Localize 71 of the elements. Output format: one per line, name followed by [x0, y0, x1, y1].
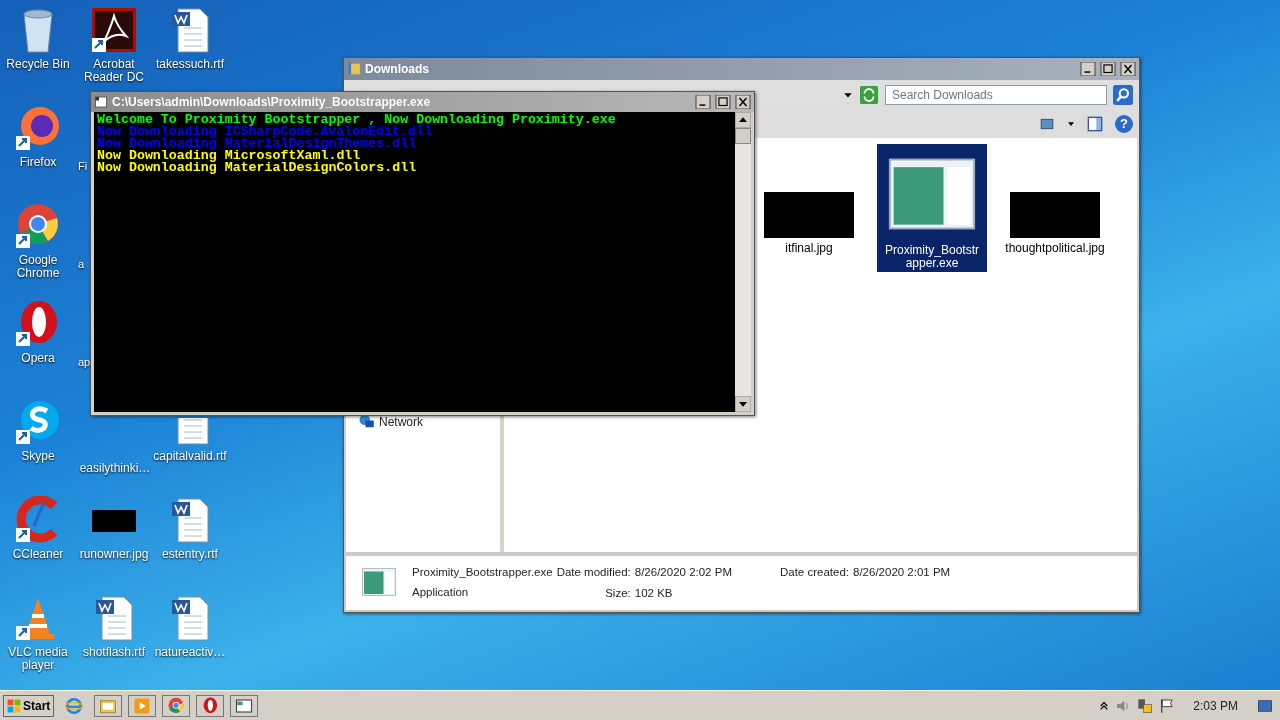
scroll-down-button[interactable]: [735, 396, 751, 412]
icon-label[interactable]: CCleaner: [1, 548, 75, 561]
icon-label[interactable]: takessuch.rtf: [153, 58, 227, 71]
details-value: 8/26/2020 2:02 PM: [634, 565, 732, 580]
icon-label[interactable]: VLC media player: [1, 646, 75, 672]
icon-label[interactable]: runowner.jpg: [77, 548, 151, 561]
search-icon[interactable]: [1113, 85, 1133, 105]
icon-label[interactable]: estentry.rtf: [153, 548, 227, 561]
clock[interactable]: 2:03 PM: [1181, 696, 1250, 715]
file-name: itfinal.jpg: [784, 242, 834, 255]
network-icon[interactable]: [1137, 697, 1154, 714]
minimize-button[interactable]: [695, 95, 711, 109]
firefox-icon[interactable]: [14, 104, 62, 152]
details-label: Date modified:: [556, 565, 631, 580]
console-line: Now Downloading MaterialDesignThemes.dll: [97, 138, 417, 150]
refresh-icon[interactable]: [859, 86, 879, 104]
view-icon[interactable]: [1039, 117, 1055, 131]
icon-label[interactable]: easilythinki…: [79, 462, 151, 475]
close-button[interactable]: [1120, 62, 1136, 76]
console-window-icon[interactable]: [235, 696, 254, 715]
scrollbar[interactable]: [735, 112, 751, 412]
show-hidden-icons-icon[interactable]: [1099, 699, 1110, 712]
details-label: Date created:: [779, 565, 849, 580]
details-label: Size:: [604, 586, 631, 602]
show-desktop-icon[interactable]: [1256, 698, 1274, 713]
file-name: Proximity_Bootstrapper.exe: [884, 244, 980, 270]
window-title: C:\Users\admin\Downloads\Proximity_Bootstrapper.exe: [112, 94, 432, 111]
pane-icon[interactable]: [1087, 116, 1103, 132]
icon-label[interactable]: Google Chrome: [1, 254, 75, 280]
caret-icon[interactable]: [1067, 120, 1075, 128]
details-value: 102 KB: [634, 586, 674, 602]
console-icon: [94, 96, 108, 108]
dropdown-caret-icon[interactable]: [843, 90, 853, 100]
minimize-button[interactable]: [1080, 62, 1096, 76]
maximize-button[interactable]: [1100, 62, 1116, 76]
file-name: thoughtpolitical.jpg: [1005, 242, 1105, 255]
icon-label[interactable]: Recycle Bin: [1, 58, 75, 71]
window-title: Downloads: [365, 61, 430, 78]
acrobat-icon[interactable]: [90, 6, 138, 54]
close-button[interactable]: [735, 95, 751, 109]
nav-item[interactable]: Network: [379, 413, 423, 431]
console-line: Now Downloading MaterialDesignColors.dll: [97, 162, 418, 174]
skype-icon[interactable]: [14, 398, 62, 446]
icon-label[interactable]: Firefox: [1, 156, 75, 169]
folder-icon: [347, 62, 361, 76]
help-button[interactable]: ?: [1115, 115, 1133, 133]
icon-label[interactable]: Skype: [1, 450, 75, 463]
start-button[interactable]: Start: [3, 694, 55, 717]
icon-label[interactable]: Opera: [1, 352, 75, 365]
icon-label[interactable]: ap: [78, 356, 91, 369]
scroll-thumb[interactable]: [735, 128, 751, 144]
icon-label[interactable]: a: [78, 258, 85, 271]
windows-logo-icon: [7, 698, 21, 713]
details-type: Application: [412, 585, 470, 601]
icon-label[interactable]: natureactiv…: [153, 646, 227, 659]
chrome-icon[interactable]: [167, 696, 186, 715]
icon-label[interactable]: Acrobat Reader DC: [77, 58, 151, 84]
console-line: Now Downloading MicrosoftXaml.dll: [97, 150, 361, 162]
icon-label[interactable]: Fi: [78, 160, 88, 173]
scroll-up-button[interactable]: [735, 112, 751, 128]
icon-label[interactable]: shotflash.rtf: [77, 646, 151, 659]
details-name: Proximity_Bootstrapper.exe: [412, 565, 553, 580]
console-line: Now Downloading ICSharpCode.AvalonEdit.dll: [97, 126, 433, 138]
icon-label[interactable]: capitalvalid.rtf: [153, 450, 227, 463]
details-value: 8/26/2020 2:01 PM: [853, 565, 951, 580]
file-item[interactable]: Proximity_Bootstrapper.exe: [877, 144, 987, 272]
search-field[interactable]: Search Downloads: [885, 85, 1107, 105]
opera-icon[interactable]: [201, 696, 220, 715]
console-line: Welcome To Proximity Bootstrapper , Now Downloading Proximity.exe: [97, 114, 617, 126]
maximize-button[interactable]: [715, 95, 731, 109]
flag-icon[interactable]: [1159, 697, 1176, 714]
